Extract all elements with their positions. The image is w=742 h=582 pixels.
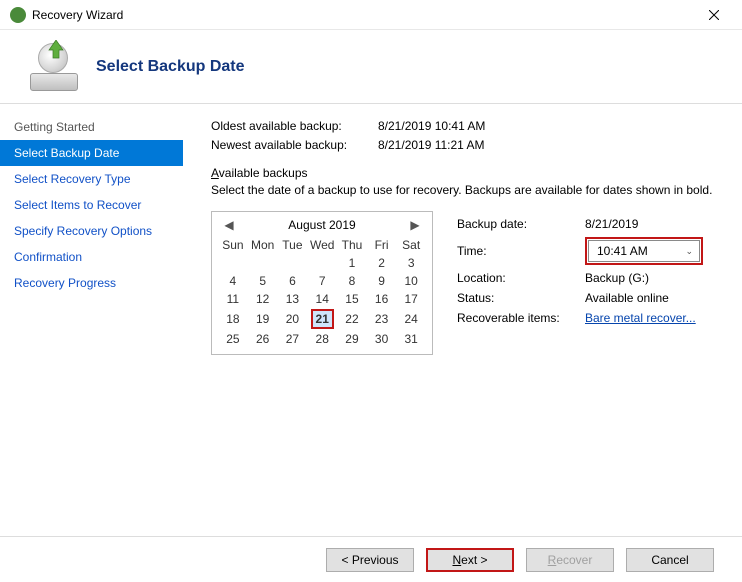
close-button[interactable] [694, 1, 734, 29]
cal-day[interactable]: 6 [278, 272, 308, 290]
cal-day[interactable]: 1 [337, 254, 367, 272]
step-getting-started[interactable]: Getting Started [0, 114, 183, 140]
cal-day[interactable]: 19 [248, 308, 278, 330]
cal-day[interactable]: 10 [396, 272, 426, 290]
newest-backup-label: Newest available backup: [211, 138, 366, 152]
oldest-backup-label: Oldest available backup: [211, 119, 366, 133]
cal-day-selected[interactable]: 21 [307, 308, 337, 330]
cal-day[interactable]: 3 [396, 254, 426, 272]
available-backups-desc: Select the date of a backup to use for r… [211, 183, 718, 197]
time-dropdown[interactable]: 10:41 AM ⌄ [588, 240, 700, 262]
step-recovery-progress[interactable]: Recovery Progress [0, 270, 183, 296]
calendar-prev-button[interactable]: ◀ [222, 218, 236, 232]
oldest-backup-value: 8/21/2019 10:41 AM [378, 119, 485, 133]
status-label: Status: [457, 291, 585, 305]
cal-day[interactable]: 23 [367, 308, 396, 330]
cal-day[interactable]: 13 [278, 290, 308, 308]
cal-day[interactable]: 11 [218, 290, 248, 308]
cal-day[interactable]: 25 [218, 330, 248, 348]
cal-day[interactable]: 17 [396, 290, 426, 308]
content-area: Oldest available backup: 8/21/2019 10:41… [183, 104, 742, 536]
wizard-steps: Getting Started Select Backup Date Selec… [0, 104, 183, 536]
cal-day[interactable]: 29 [337, 330, 367, 348]
chevron-down-icon: ⌄ [685, 246, 693, 257]
step-select-recovery-type[interactable]: Select Recovery Type [0, 166, 183, 192]
app-icon [10, 7, 26, 23]
next-button[interactable]: Next > [426, 548, 514, 572]
time-value: 10:41 AM [597, 244, 648, 258]
cal-day[interactable]: 2 [367, 254, 396, 272]
backup-info: Backup date: 8/21/2019 Time: 10:41 AM ⌄ [457, 211, 718, 331]
dow-sun: Sun [218, 236, 248, 254]
cal-day[interactable] [248, 254, 278, 272]
cal-day[interactable]: 31 [396, 330, 426, 348]
backup-date-label: Backup date: [457, 217, 585, 231]
dow-mon: Mon [248, 236, 278, 254]
dow-tue: Tue [278, 236, 308, 254]
up-arrow-icon [48, 40, 64, 60]
calendar-next-button[interactable]: ▶ [408, 218, 422, 232]
available-backups-title: Available backups [211, 166, 718, 180]
cal-day[interactable]: 16 [367, 290, 396, 308]
cal-day[interactable] [218, 254, 248, 272]
oldest-backup-row: Oldest available backup: 8/21/2019 10:41… [211, 119, 718, 133]
step-select-items[interactable]: Select Items to Recover [0, 192, 183, 218]
cal-day[interactable]: 4 [218, 272, 248, 290]
dow-fri: Fri [367, 236, 396, 254]
step-confirmation[interactable]: Confirmation [0, 244, 183, 270]
newest-backup-value: 8/21/2019 11:21 AM [378, 138, 485, 152]
dow-thu: Thu [337, 236, 367, 254]
wizard-header: Select Backup Date [0, 30, 742, 104]
cal-day[interactable]: 26 [248, 330, 278, 348]
cal-day[interactable]: 9 [367, 272, 396, 290]
time-highlight: 10:41 AM ⌄ [585, 237, 703, 265]
cal-day[interactable]: 30 [367, 330, 396, 348]
cal-day[interactable]: 22 [337, 308, 367, 330]
location-value: Backup (G:) [585, 271, 718, 285]
recovery-icon [30, 43, 80, 91]
dow-sat: Sat [396, 236, 426, 254]
wizard-footer: < Previous Next > Recover Cancel [0, 536, 742, 582]
calendar: ◀ August 2019 ▶ Sun Mon Tue Wed Thu Fri [211, 211, 433, 355]
window-title: Recovery Wizard [32, 8, 694, 22]
newest-backup-row: Newest available backup: 8/21/2019 11:21… [211, 138, 718, 152]
dow-wed: Wed [307, 236, 337, 254]
page-title: Select Backup Date [96, 58, 245, 76]
recover-button: Recover [526, 548, 614, 572]
cal-day[interactable] [307, 254, 337, 272]
location-label: Location: [457, 271, 585, 285]
cal-day[interactable]: 20 [278, 308, 308, 330]
cal-day[interactable]: 8 [337, 272, 367, 290]
cal-day[interactable]: 24 [396, 308, 426, 330]
backup-date-value: 8/21/2019 [585, 217, 718, 231]
step-specify-options[interactable]: Specify Recovery Options [0, 218, 183, 244]
calendar-month: August 2019 [288, 218, 355, 232]
close-icon [709, 10, 719, 20]
cal-day[interactable]: 28 [307, 330, 337, 348]
cal-day[interactable]: 27 [278, 330, 308, 348]
wizard-body: Getting Started Select Backup Date Selec… [0, 104, 742, 536]
step-select-backup-date[interactable]: Select Backup Date [0, 140, 183, 166]
cal-day[interactable]: 7 [307, 272, 337, 290]
cal-day[interactable]: 12 [248, 290, 278, 308]
cancel-button[interactable]: Cancel [626, 548, 714, 572]
recoverable-items-link[interactable]: Bare metal recover... [585, 311, 696, 325]
title-bar: Recovery Wizard [0, 0, 742, 30]
cal-day[interactable]: 15 [337, 290, 367, 308]
cal-day[interactable]: 5 [248, 272, 278, 290]
cal-day[interactable] [278, 254, 308, 272]
calendar-grid: Sun Mon Tue Wed Thu Fri Sat [218, 236, 426, 348]
status-value: Available online [585, 291, 718, 305]
recoverable-items-label: Recoverable items: [457, 311, 585, 325]
previous-button[interactable]: < Previous [326, 548, 414, 572]
cal-day[interactable]: 18 [218, 308, 248, 330]
time-label: Time: [457, 244, 585, 258]
cal-day[interactable]: 14 [307, 290, 337, 308]
